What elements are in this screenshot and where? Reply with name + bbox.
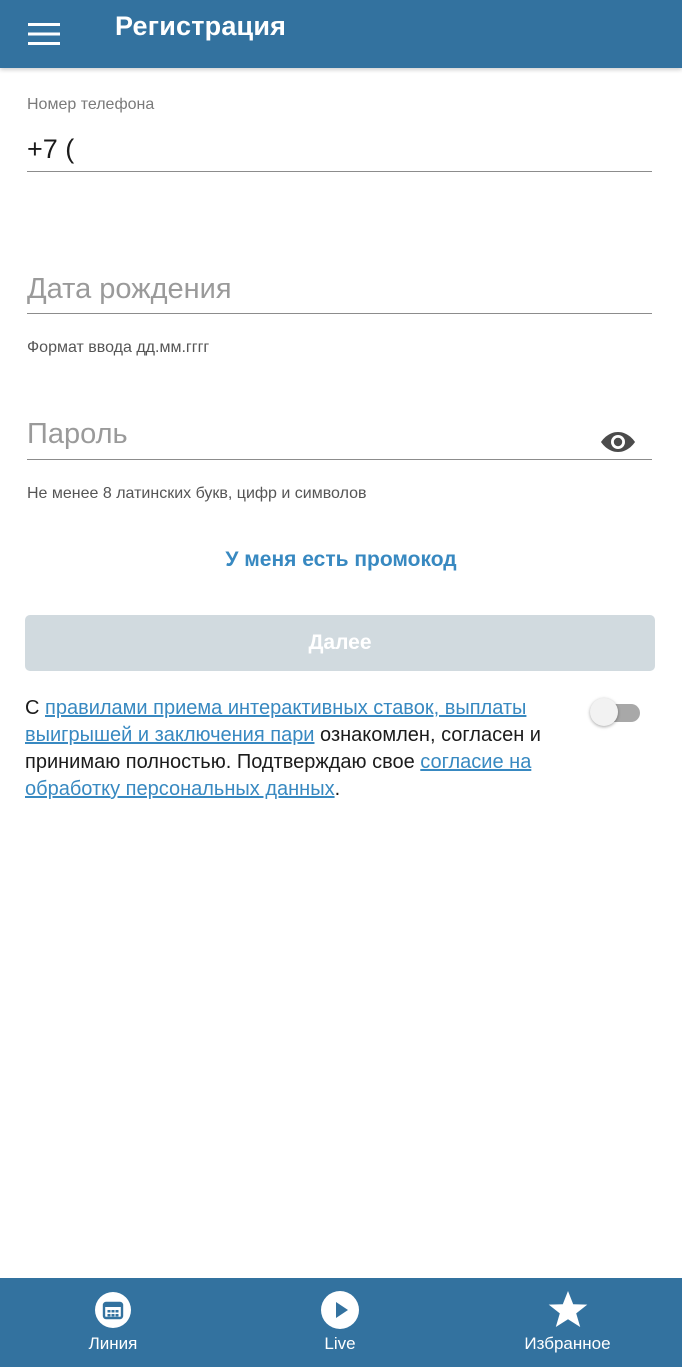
promo-code-link[interactable]: У меня есть промокод	[0, 548, 682, 572]
nav-label-favorites: Избранное	[524, 1334, 611, 1353]
eye-icon[interactable]	[598, 427, 638, 457]
nav-label-live: Live	[324, 1334, 356, 1353]
password-helper-text: Не менее 8 латинских букв, цифр и символ…	[27, 485, 367, 502]
birthdate-field[interactable]	[27, 268, 652, 314]
phone-field[interactable]	[27, 130, 652, 172]
app-bar: Регистрация	[0, 0, 682, 68]
play-icon	[320, 1290, 360, 1330]
hamburger-menu-icon[interactable]	[20, 12, 68, 56]
bottom-nav: Линия Live Избранное	[0, 1278, 682, 1367]
nav-item-live[interactable]: Live	[290, 1278, 390, 1367]
agreement-toggle[interactable]	[590, 698, 642, 726]
calendar-icon	[94, 1290, 132, 1330]
nav-item-line[interactable]: Линия	[63, 1278, 163, 1367]
nav-item-favorites[interactable]: Избранное	[505, 1278, 630, 1367]
star-icon	[547, 1290, 589, 1330]
birthdate-helper-text: Формат ввода дд.мм.гггг	[27, 339, 210, 356]
birthdate-input[interactable]	[27, 268, 652, 310]
agreement-suffix: .	[334, 778, 341, 800]
phone-input[interactable]	[27, 130, 652, 168]
nav-label-line: Линия	[88, 1334, 138, 1353]
password-input[interactable]	[27, 413, 587, 455]
next-button[interactable]: Далее	[25, 615, 655, 671]
toggle-thumb	[590, 698, 618, 726]
page-title: Регистрация	[115, 11, 287, 41]
password-field[interactable]	[27, 413, 652, 460]
agreement-text: С правилами приема интерактивных ставок,…	[25, 695, 565, 803]
phone-field-label: Номер телефона	[27, 96, 155, 113]
agreement-prefix: С	[25, 697, 45, 719]
